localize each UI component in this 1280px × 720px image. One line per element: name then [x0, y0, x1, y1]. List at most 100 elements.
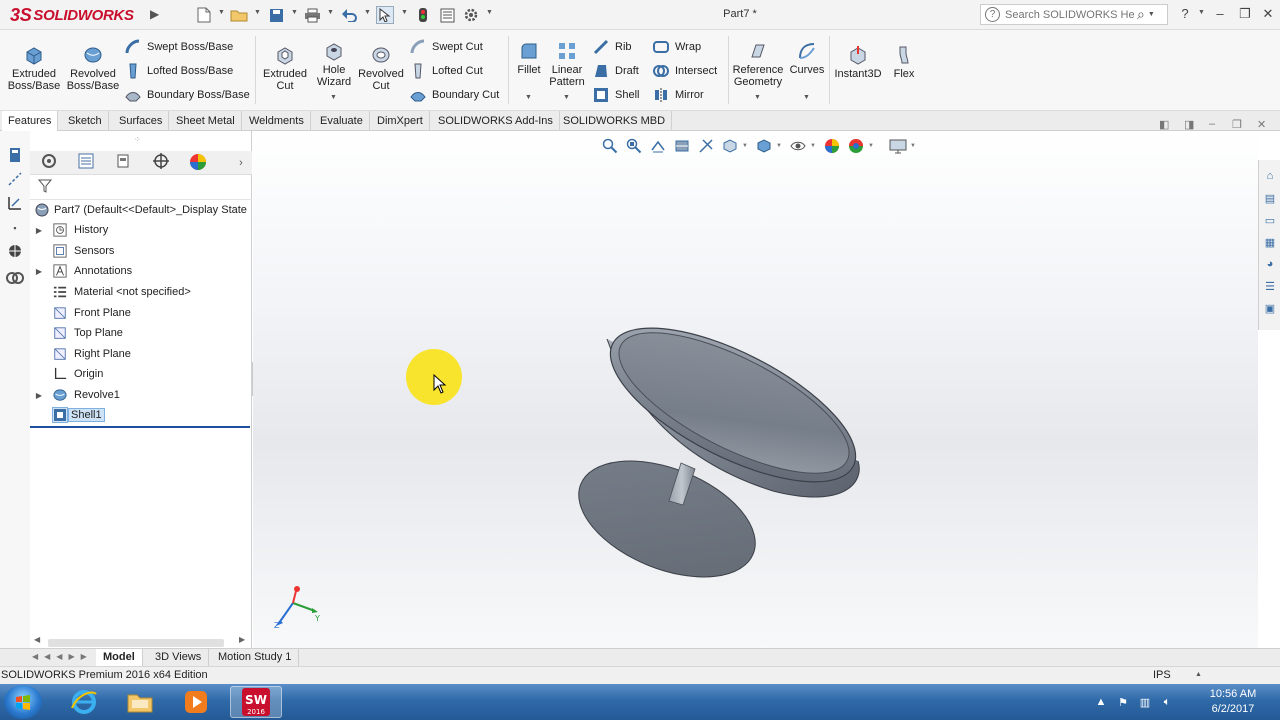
tab-dimxpert[interactable]: DimXpert — [371, 111, 430, 131]
tab-solidworks-add-ins[interactable]: SOLIDWORKS Add-Ins — [432, 111, 560, 131]
scroll-track[interactable] — [48, 639, 224, 647]
save-icon[interactable] — [267, 6, 285, 24]
tree-item-right-plane[interactable]: Right Plane — [30, 344, 252, 364]
intersect-button[interactable]: Intersect — [652, 62, 717, 80]
appearances-icon[interactable]: ◕ — [1262, 258, 1278, 274]
doc-close-icon[interactable]: ✕ — [1257, 118, 1266, 131]
graphics-viewport[interactable]: ▼ ▼ ▼ ▼ ▼ Z Y — [253, 131, 1258, 651]
display-manager-tab-icon[interactable] — [187, 153, 209, 173]
configuration-manager-tab-icon[interactable] — [112, 153, 134, 173]
solidworks-logo[interactable]: 3S SOLIDWORKS — [10, 3, 134, 27]
instant3d-button[interactable]: Instant3D — [832, 44, 884, 80]
wrap-button[interactable]: Wrap — [652, 38, 701, 56]
scroll-right-icon[interactable]: ▶ — [239, 635, 245, 644]
unit-system[interactable]: IPS — [1153, 669, 1171, 681]
minimize-window-icon[interactable]: – — [1211, 6, 1229, 24]
tab-evaluate[interactable]: Evaluate — [314, 111, 370, 131]
expand-arrow-icon[interactable]: ▶ — [30, 391, 48, 400]
network-icon[interactable]: ▥ — [1134, 696, 1156, 709]
feature-manager-icon[interactable] — [6, 147, 24, 165]
tab-weldments[interactable]: Weldments — [243, 111, 311, 131]
tab-sheet-metal[interactable]: Sheet Metal — [170, 111, 242, 131]
help-search-input[interactable] — [1005, 8, 1135, 21]
open-folder-icon[interactable] — [230, 6, 248, 24]
part-model-3d[interactable] — [253, 131, 1258, 651]
system-clock[interactable]: 10:56 AM 6/2/2017 — [1200, 687, 1266, 717]
help-search-box[interactable]: ? ⌕ ▼ — [980, 4, 1168, 25]
tab-motion-study-1[interactable]: Motion Study 1 — [211, 649, 300, 666]
draft-button[interactable]: Draft — [592, 62, 639, 80]
select-dropdown-icon[interactable]: ▼ — [401, 9, 408, 16]
curves-dropdown-icon[interactable]: ▼ — [803, 94, 810, 101]
reference-geometry-button[interactable]: Reference Geometry — [730, 40, 786, 88]
options-gear-icon[interactable] — [462, 6, 480, 24]
rollback-bar[interactable] — [30, 426, 250, 428]
display-manager-icon[interactable] — [6, 269, 24, 287]
volume-icon[interactable]: 🔈︎ — [1156, 696, 1178, 709]
hole-wizard-dropdown-icon[interactable]: ▼ — [330, 94, 337, 101]
boundary-boss-button[interactable]: Boundary Boss/Base — [124, 86, 250, 104]
file-properties-icon[interactable] — [438, 6, 456, 24]
extruded-cut-button[interactable]: Extruded Cut — [260, 44, 310, 92]
panel-horizontal-scrollbar[interactable]: ◀ ▶ — [34, 635, 248, 647]
show-hidden-icons-icon[interactable]: ▲ — [1090, 696, 1112, 708]
restore-window-icon[interactable]: ❐ — [1236, 6, 1254, 24]
smart-dimension-icon[interactable] — [6, 195, 24, 213]
tab-3d-views[interactable]: 3D Views — [148, 649, 210, 666]
tree-item-sensors[interactable]: Sensors — [30, 241, 252, 261]
search-icon[interactable]: ⌕ — [1137, 6, 1145, 23]
dimxpert-manager-tab-icon[interactable] — [150, 153, 172, 173]
tile-left-icon[interactable]: ◧ — [1159, 118, 1169, 131]
tab-model[interactable]: Model — [96, 649, 143, 666]
print-icon[interactable] — [303, 6, 321, 24]
swept-boss-button[interactable]: Swept Boss/Base — [124, 38, 233, 56]
fillet-dropdown-icon[interactable]: ▼ — [525, 94, 532, 101]
view-orientation-icon[interactable] — [6, 243, 24, 261]
solidworks-taskbar-button[interactable]: SW 2016 — [230, 686, 282, 718]
tree-item-shell1[interactable]: Shell1 — [30, 405, 252, 425]
new-dropdown-icon[interactable]: ▼ — [218, 9, 225, 16]
forum-icon[interactable]: ▣ — [1262, 302, 1278, 318]
expand-arrow-icon[interactable]: ▶ — [30, 267, 48, 276]
undo-dropdown-icon[interactable]: ▼ — [364, 9, 371, 16]
tab-features[interactable]: Features — [2, 111, 59, 131]
tree-item-material[interactable]: Material <not specified> — [30, 282, 252, 302]
extruded-boss-button[interactable]: Extruded Boss/Base — [8, 44, 60, 92]
custom-properties-icon[interactable]: ☰ — [1262, 280, 1278, 296]
linear-pattern-dropdown-icon[interactable]: ▼ — [563, 94, 570, 101]
help-icon[interactable]: ? — [1176, 6, 1194, 24]
revolved-cut-button[interactable]: Revolved Cut — [357, 44, 405, 92]
tree-item-annotations[interactable]: ▶ Annotations — [30, 261, 252, 281]
panel-resize-grip[interactable]: ⁘ — [134, 135, 141, 144]
shell-button[interactable]: Shell — [592, 86, 639, 104]
new-document-icon[interactable] — [195, 6, 213, 24]
search-dropdown-icon[interactable]: ▼ — [1148, 11, 1155, 18]
start-button[interactable] — [4, 685, 42, 719]
fillet-button[interactable]: Fillet — [512, 40, 546, 76]
open-dropdown-icon[interactable]: ▼ — [254, 9, 261, 16]
solidworks-resources-icon[interactable]: ⌂ — [1262, 170, 1278, 186]
panel-more-arrow-icon[interactable]: › — [230, 153, 252, 173]
help-dropdown-icon[interactable]: ▼ — [1198, 9, 1205, 16]
menu-expand-arrow-icon[interactable]: ▶ — [150, 7, 159, 21]
hole-wizard-button[interactable]: Hole Wizard — [312, 40, 356, 88]
scroll-left-icon[interactable]: ◀ — [34, 635, 40, 644]
tab-solidworks-mbd[interactable]: SOLIDWORKS MBD — [557, 111, 673, 131]
mirror-button[interactable]: Mirror — [652, 86, 704, 104]
tree-item-history[interactable]: ▶ History — [30, 220, 252, 240]
property-manager-tab-icon[interactable] — [75, 153, 97, 173]
action-center-flag-icon[interactable]: ⚑ — [1112, 696, 1134, 709]
file-explorer-icon[interactable]: ▭ — [1262, 214, 1278, 230]
tab-sketch[interactable]: Sketch — [62, 111, 109, 131]
rib-button[interactable]: Rib — [592, 38, 632, 56]
expand-arrow-icon[interactable]: ▶ — [30, 226, 48, 235]
reference-geometry-dropdown-icon[interactable]: ▼ — [754, 94, 761, 101]
curves-button[interactable]: Curves — [788, 40, 826, 76]
boundary-cut-button[interactable]: Boundary Cut — [409, 86, 499, 104]
tree-item-revolve1[interactable]: ▶ Revolve1 — [30, 385, 252, 405]
undo-icon[interactable] — [340, 6, 358, 24]
design-library-icon[interactable]: ▤ — [1262, 192, 1278, 208]
lofted-boss-button[interactable]: Lofted Boss/Base — [124, 62, 233, 80]
sketch-line-icon[interactable] — [6, 171, 24, 189]
tab-scroll-arrows-icon[interactable]: ◀◀◀▶▶ — [32, 652, 93, 661]
